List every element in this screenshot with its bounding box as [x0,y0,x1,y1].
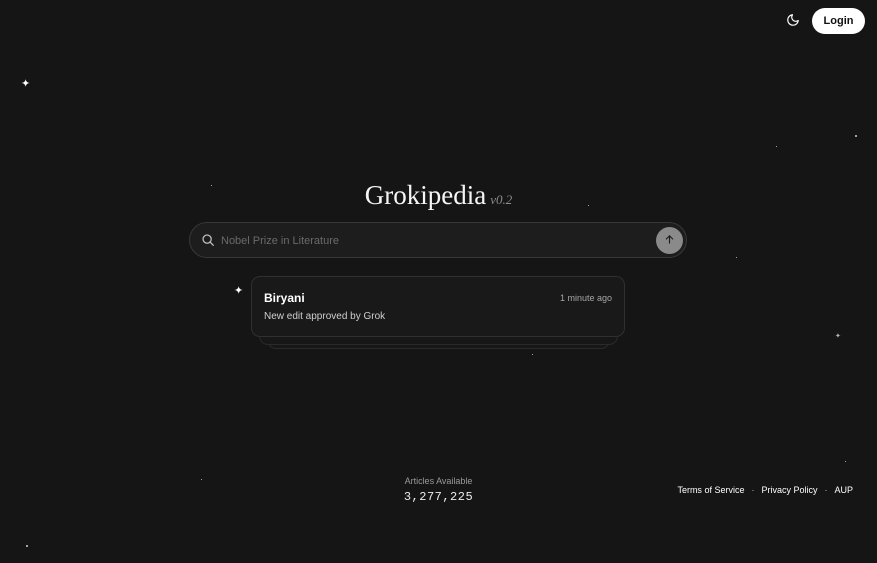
separator-dot: · [824,485,828,495]
aup-link[interactable]: AUP [834,485,853,495]
star-decoration [26,545,28,547]
brand: Grokipedia v0.2 [0,180,877,211]
search-icon [201,233,215,247]
version-label: v0.2 [490,192,513,207]
star-decoration [845,461,846,462]
theme-toggle[interactable] [782,11,804,33]
page-title: Grokipedia [364,180,487,210]
search-input[interactable] [219,230,653,252]
privacy-policy-link[interactable]: Privacy Policy [761,485,817,495]
star-decoration [532,354,533,355]
sparkle-decoration: ✦ [21,78,31,90]
search-bar [189,222,687,258]
search-submit-button[interactable] [656,227,683,254]
terms-of-service-link[interactable]: Terms of Service [677,485,744,495]
star-decoration [776,146,777,147]
recent-edit-card[interactable]: Biryani 1 minute ago New edit approved b… [251,276,625,337]
card-timestamp: 1 minute ago [559,293,612,303]
star-decoration [855,135,857,137]
sparkle-decoration: ✦ [234,285,244,297]
page: ✦ ✦ ✦ Login Grokipedia v0.2 Nobel Prize … [0,0,877,563]
login-button[interactable]: Login [812,8,865,34]
separator-dot: · [751,485,755,495]
star-decoration [736,257,737,258]
card-description: New edit approved by Grok [264,311,386,322]
sparkle-decoration: ✦ [835,333,841,340]
card-title: Biryani [264,291,305,305]
footer-links: Terms of Service · Privacy Policy · AUP [677,485,853,495]
arrow-up-icon [664,232,675,250]
moon-icon [786,13,800,32]
